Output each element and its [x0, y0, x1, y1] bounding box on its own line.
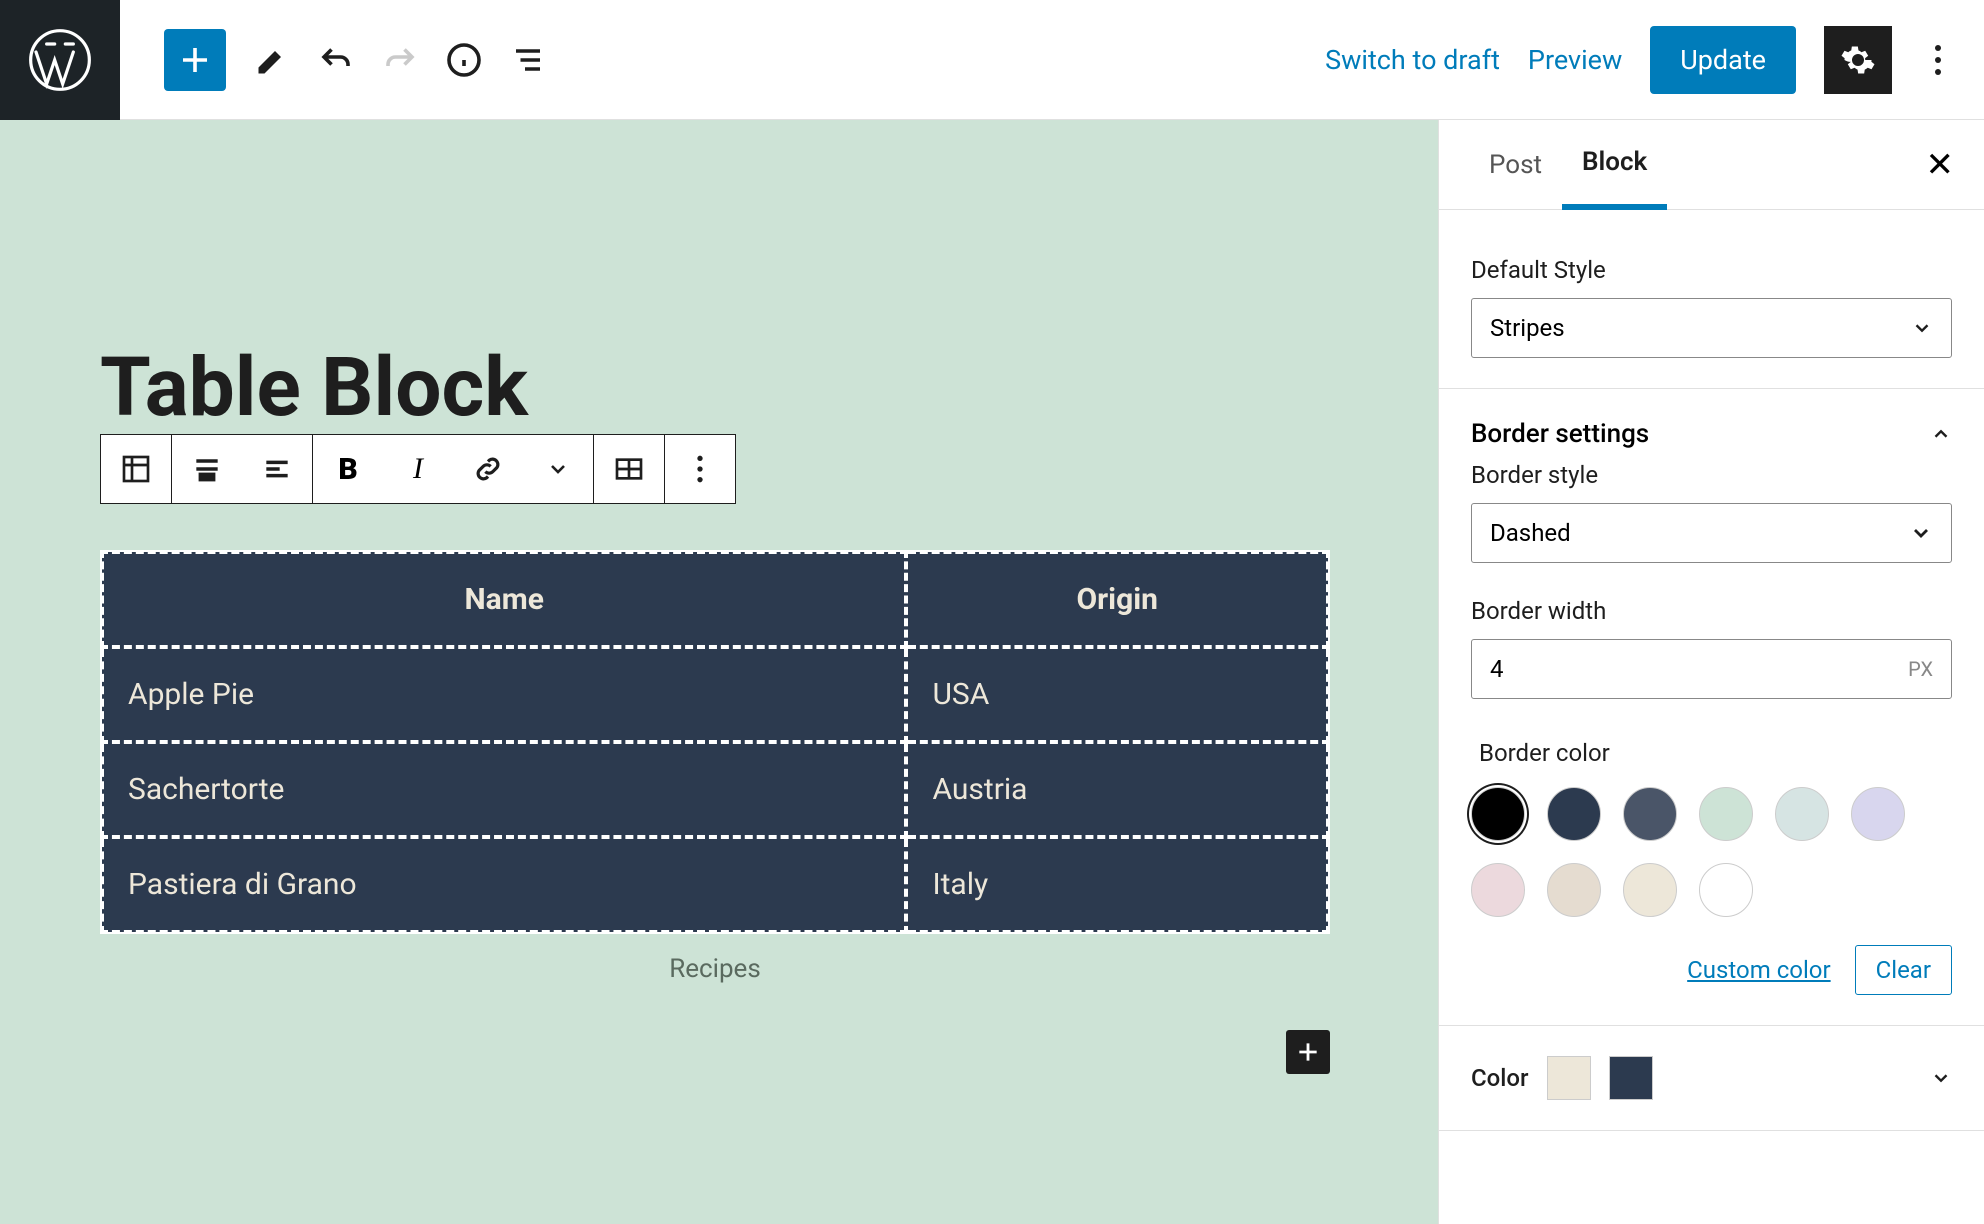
color-swatch[interactable]	[1471, 787, 1525, 841]
settings-sidebar: Post Block ✕ Default Style Stripes Borde…	[1438, 120, 1984, 1224]
color-swatch[interactable]	[1623, 863, 1677, 917]
table-cell[interactable]: Austria	[906, 742, 1328, 837]
tab-post[interactable]: Post	[1469, 120, 1562, 210]
info-icon[interactable]	[446, 42, 482, 78]
border-style-label: Border style	[1471, 461, 1952, 489]
table-header[interactable]: Origin	[906, 552, 1328, 647]
tab-block[interactable]: Block	[1562, 120, 1667, 210]
wordpress-logo[interactable]	[0, 0, 120, 120]
default-style-label: Default Style	[1471, 256, 1952, 284]
more-rich-text-icon[interactable]	[523, 435, 593, 503]
editor-canvas[interactable]: Table Block B I	[0, 120, 1438, 1224]
table-cell[interactable]: Pastiera di Grano	[102, 837, 906, 932]
border-settings-header[interactable]: Border settings	[1471, 419, 1952, 449]
border-style-select[interactable]: Dashed	[1471, 503, 1952, 563]
text-color-indicator	[1547, 1056, 1591, 1100]
redo-icon	[382, 42, 418, 78]
default-style-select[interactable]: Stripes	[1471, 298, 1952, 358]
table-block[interactable]: Name Origin Apple Pie USA Sachertorte Au…	[100, 550, 1330, 984]
table-row: Apple Pie USA	[102, 647, 1328, 742]
table-cell[interactable]: Apple Pie	[102, 647, 906, 742]
settings-button[interactable]	[1824, 26, 1892, 94]
block-more-icon[interactable]	[665, 435, 735, 503]
add-block-button[interactable]	[164, 29, 226, 91]
color-section-header[interactable]: Color	[1471, 1056, 1952, 1100]
color-swatches	[1471, 787, 1952, 917]
color-swatch[interactable]	[1623, 787, 1677, 841]
add-block-after-button[interactable]	[1286, 1030, 1330, 1074]
table-cell[interactable]: USA	[906, 647, 1328, 742]
table-cell[interactable]: Italy	[906, 837, 1328, 932]
color-swatch[interactable]	[1775, 787, 1829, 841]
text-align-icon[interactable]	[242, 435, 312, 503]
close-sidebar-icon[interactable]: ✕	[1926, 145, 1955, 185]
toolbar-left	[120, 29, 546, 91]
preview-button[interactable]: Preview	[1528, 44, 1622, 76]
block-type-icon[interactable]	[101, 435, 171, 503]
switch-to-draft-button[interactable]: Switch to draft	[1325, 44, 1500, 76]
page-title[interactable]: Table Block	[100, 340, 528, 436]
clear-color-button[interactable]: Clear	[1855, 945, 1952, 995]
color-swatch[interactable]	[1547, 863, 1601, 917]
border-color-label: Border color	[1479, 739, 1952, 767]
color-swatch[interactable]	[1851, 787, 1905, 841]
table-header[interactable]: Name	[102, 552, 906, 647]
custom-color-link[interactable]: Custom color	[1687, 956, 1830, 984]
toolbar-right: Switch to draft Preview Update	[1325, 26, 1984, 94]
color-swatch[interactable]	[1699, 787, 1753, 841]
border-width-label: Border width	[1471, 597, 1952, 625]
color-swatch[interactable]	[1471, 863, 1525, 917]
table-caption[interactable]: Recipes	[100, 954, 1330, 984]
border-width-input[interactable]: 4 PX	[1471, 639, 1952, 699]
more-options-icon[interactable]	[1920, 42, 1956, 78]
outline-icon[interactable]	[510, 42, 546, 78]
align-icon[interactable]	[172, 435, 242, 503]
table-row: Pastiera di Grano Italy	[102, 837, 1328, 932]
link-icon[interactable]	[453, 435, 523, 503]
bold-icon[interactable]: B	[313, 435, 383, 503]
table-row: Sachertorte Austria	[102, 742, 1328, 837]
top-toolbar: Switch to draft Preview Update	[0, 0, 1984, 120]
table-cell[interactable]: Sachertorte	[102, 742, 906, 837]
edit-tool-icon[interactable]	[254, 42, 290, 78]
update-button[interactable]: Update	[1650, 26, 1796, 94]
default-style-section: Default Style Stripes	[1439, 210, 1984, 389]
italic-icon[interactable]: I	[383, 435, 453, 503]
color-swatch[interactable]	[1547, 787, 1601, 841]
undo-icon[interactable]	[318, 42, 354, 78]
color-swatch[interactable]	[1699, 863, 1753, 917]
block-toolbar: B I	[100, 434, 736, 504]
table-edit-icon[interactable]	[594, 435, 664, 503]
sidebar-tabs: Post Block ✕	[1439, 120, 1984, 210]
bg-color-indicator	[1609, 1056, 1653, 1100]
